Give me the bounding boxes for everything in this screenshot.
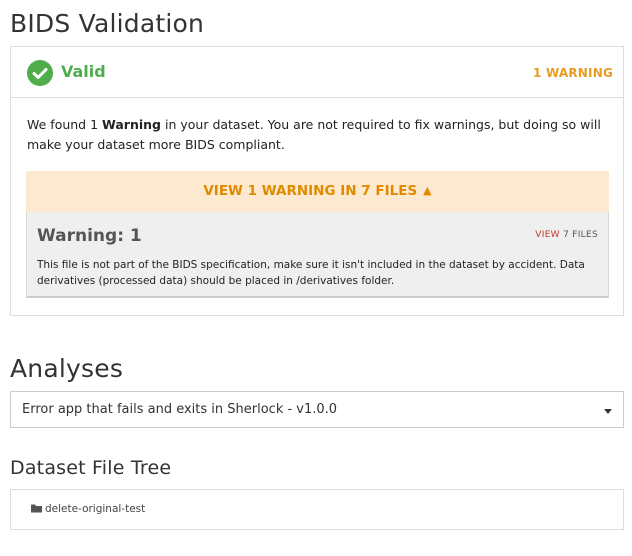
chevron-up-icon: ▲ bbox=[423, 184, 432, 197]
message-pre: We found 1 bbox=[27, 117, 103, 132]
bids-validation-panel: Valid 1 WARNING We found 1 Warning in yo… bbox=[10, 46, 624, 316]
bids-status-header: Valid 1 WARNING bbox=[11, 47, 623, 98]
check-circle-icon bbox=[27, 60, 53, 86]
validation-message: We found 1 Warning in your dataset. You … bbox=[27, 115, 607, 155]
valid-status-label: Valid bbox=[61, 62, 106, 81]
warning-count-badge: 1 WARNING bbox=[533, 66, 613, 80]
view-files-link[interactable]: VIEW 7 FILES bbox=[535, 230, 598, 240]
folder-icon bbox=[31, 504, 42, 513]
warning-card: Warning: 1 VIEW 7 FILES This file is not… bbox=[26, 212, 609, 298]
message-bold: Warning bbox=[102, 117, 162, 132]
file-tree-panel: delete-original-test bbox=[10, 489, 624, 530]
files-count: 7 FILES bbox=[563, 230, 598, 240]
warning-description: This file is not part of the BIDS specif… bbox=[37, 259, 585, 287]
tree-item-label: delete-original-test bbox=[45, 503, 146, 515]
app-select-dropdown[interactable]: Error app that fails and exits in Sherlo… bbox=[10, 391, 624, 428]
tree-item-root-folder[interactable]: delete-original-test bbox=[31, 503, 145, 515]
view-warnings-label: VIEW 1 WARNING IN 7 FILES bbox=[203, 183, 418, 199]
view-warnings-toggle[interactable]: VIEW 1 WARNING IN 7 FILES ▲ bbox=[26, 171, 609, 212]
analyses-title: Analyses bbox=[10, 354, 124, 383]
bids-validation-title: BIDS Validation bbox=[10, 9, 205, 38]
view-word: VIEW bbox=[535, 230, 560, 240]
app-select-value: Error app that fails and exits in Sherlo… bbox=[22, 402, 338, 417]
file-tree-title: Dataset File Tree bbox=[10, 457, 172, 479]
caret-down-icon bbox=[604, 409, 612, 414]
warning-title: Warning: 1 bbox=[37, 226, 142, 246]
